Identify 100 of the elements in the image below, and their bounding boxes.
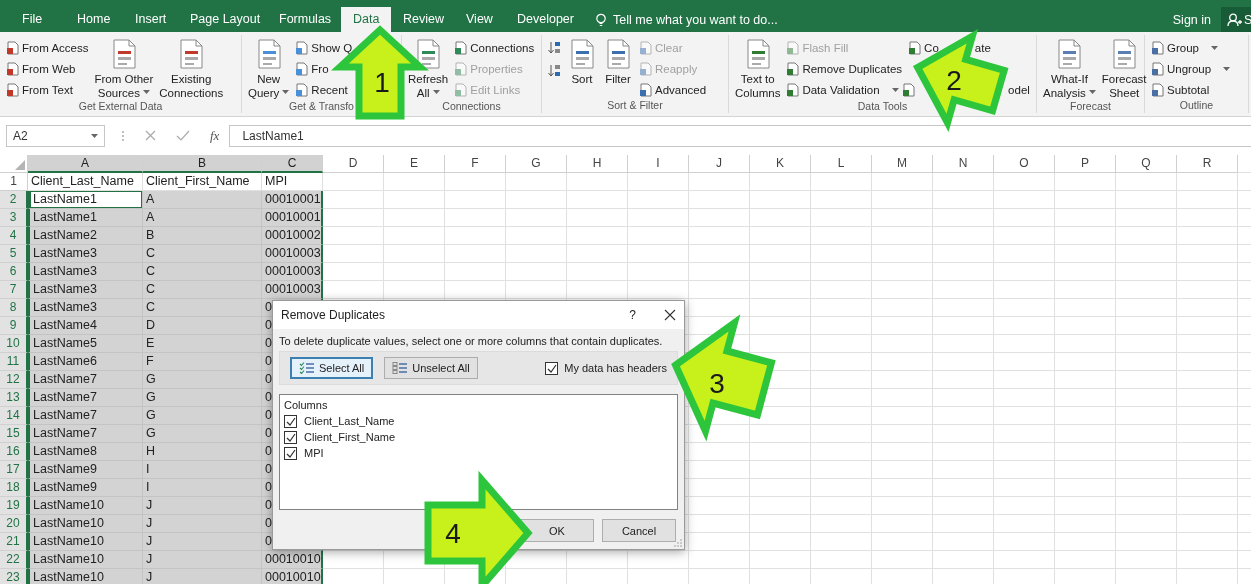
- ribbon-button[interactable]: Remove Duplicates: [786, 60, 903, 78]
- ribbon-button[interactable]: Filter: [603, 37, 633, 86]
- ribbon-button[interactable]: Subtotal: [1151, 81, 1210, 99]
- ribbon-button[interactable]: From Other Sources: [94, 37, 154, 100]
- table-cell: I: [143, 461, 262, 479]
- ribbon-tab[interactable]: Data: [341, 7, 391, 32]
- row-header[interactable]: 22: [0, 551, 28, 569]
- row-header[interactable]: 19: [0, 497, 28, 515]
- name-box[interactable]: A2: [6, 124, 105, 147]
- column-header[interactable]: L: [811, 155, 872, 173]
- row-header[interactable]: 8: [0, 299, 28, 317]
- column-header[interactable]: R: [1177, 155, 1238, 173]
- ribbon-button[interactable]: Refresh All: [408, 37, 449, 100]
- ribbon-button[interactable]: Data Validation: [786, 81, 899, 99]
- column-header[interactable]: J: [689, 155, 750, 173]
- row-header[interactable]: 20: [0, 515, 28, 533]
- caret-icon: [1088, 89, 1096, 94]
- column-header[interactable]: G: [506, 155, 567, 173]
- close-icon[interactable]: [664, 309, 676, 321]
- grip-icon: [121, 129, 125, 142]
- row-header[interactable]: 11: [0, 353, 28, 371]
- ribbon-tab[interactable]: View: [454, 7, 505, 32]
- ribbon-button[interactable]: Ungroup: [1151, 60, 1231, 78]
- sort-ascending-icon: [548, 41, 561, 54]
- checkbox[interactable]: [284, 414, 297, 428]
- checkbox[interactable]: [284, 446, 297, 460]
- row-header[interactable]: 14: [0, 407, 28, 425]
- ribbon-button[interactable]: From Web: [6, 60, 76, 78]
- row-header[interactable]: 17: [0, 461, 28, 479]
- row-header[interactable]: 7: [0, 281, 28, 299]
- ribbon-button[interactable]: New Query: [248, 37, 290, 100]
- column-header[interactable]: D: [323, 155, 384, 173]
- dialog-button[interactable]: Unselect All: [384, 357, 478, 379]
- row-header[interactable]: 23: [0, 569, 28, 584]
- tell-me-box[interactable]: Tell me what you want to do...: [583, 7, 778, 32]
- ribbon-button[interactable]: Group: [1151, 39, 1218, 57]
- ribbon-button[interactable]: Recent: [295, 81, 348, 99]
- ribbon-tab[interactable]: Review: [391, 7, 454, 32]
- ribbon-button[interactable]: Connections: [454, 39, 535, 57]
- share-button[interactable]: S: [1221, 7, 1251, 32]
- row-header[interactable]: 16: [0, 443, 28, 461]
- row-header[interactable]: 4: [0, 227, 28, 245]
- ribbon-tab[interactable]: File: [10, 7, 65, 32]
- column-header[interactable]: C: [262, 155, 323, 173]
- row-header[interactable]: 9: [0, 317, 28, 335]
- row-header[interactable]: 12: [0, 371, 28, 389]
- column-header[interactable]: H: [567, 155, 628, 173]
- ribbon-button[interactable]: What-If Analysis: [1043, 37, 1096, 100]
- person-icon: [1227, 12, 1242, 27]
- row-header[interactable]: 6: [0, 263, 28, 281]
- column-header[interactable]: P: [1055, 155, 1116, 173]
- ribbon-tab[interactable]: Insert: [123, 7, 178, 32]
- ribbon-button[interactable]: Fro: [295, 60, 329, 78]
- ribbon-tab[interactable]: Developer: [505, 7, 583, 32]
- ribbon-button[interactable]: Forecast Sheet: [1101, 37, 1147, 100]
- ribbon-button[interactable]: Sort: [567, 37, 597, 86]
- insert-function-button[interactable]: fx: [210, 127, 220, 144]
- ribbon-button[interactable]: odel: [1008, 81, 1030, 99]
- column-header[interactable]: K: [750, 155, 811, 173]
- document-icon: [454, 62, 468, 76]
- column-header[interactable]: I: [628, 155, 689, 173]
- row-header[interactable]: 10: [0, 335, 28, 353]
- checkbox[interactable]: [284, 430, 297, 444]
- column-header[interactable]: F: [445, 155, 506, 173]
- column-header[interactable]: B: [143, 155, 262, 173]
- checkbox[interactable]: [545, 361, 559, 375]
- ribbon-button[interactable]: Advanced: [639, 81, 707, 99]
- ribbon-button[interactable]: From Access: [6, 39, 89, 57]
- column-header[interactable]: Q: [1116, 155, 1177, 173]
- column-header[interactable]: O: [994, 155, 1055, 173]
- row-header[interactable]: 1: [0, 173, 28, 191]
- row-header[interactable]: 13: [0, 389, 28, 407]
- column-header[interactable]: E: [384, 155, 445, 173]
- ribbon-tab[interactable]: Home: [65, 7, 123, 32]
- row-header[interactable]: 3: [0, 209, 28, 227]
- ribbon-button[interactable]: From Text: [6, 81, 73, 99]
- ribbon-button[interactable]: Existing Connections: [159, 37, 224, 100]
- help-button[interactable]: ?: [629, 308, 636, 322]
- column-header[interactable]: N: [933, 155, 994, 173]
- resize-grip-icon[interactable]: [674, 539, 682, 547]
- row-header[interactable]: 2: [0, 191, 28, 209]
- ribbon-button[interactable]: Co: [908, 39, 939, 57]
- row-header[interactable]: 18: [0, 479, 28, 497]
- column-header[interactable]: A: [28, 155, 143, 173]
- sign-in-link[interactable]: Sign in: [1172, 12, 1211, 27]
- ribbon-button[interactable]: Show Q: [295, 39, 353, 57]
- ribbon-tab[interactable]: Page Layout: [178, 7, 267, 32]
- ribbon-button[interactable]: Text to Columns: [735, 37, 781, 100]
- dialog-button[interactable]: Cancel: [602, 519, 676, 542]
- formula-field[interactable]: LastName1: [229, 124, 1251, 147]
- ribbon-tab[interactable]: Formulas: [267, 7, 341, 32]
- ribbon-button[interactable]: ate: [974, 39, 991, 57]
- row-header[interactable]: 5: [0, 245, 28, 263]
- column-header[interactable]: M: [872, 155, 933, 173]
- row-header[interactable]: 21: [0, 533, 28, 551]
- row-header[interactable]: 15: [0, 425, 28, 443]
- document-icon: [454, 83, 468, 97]
- dialog-button[interactable]: Select All: [290, 357, 374, 379]
- table-cell: 00010001: [262, 191, 323, 209]
- ribbon-button[interactable]: [902, 81, 916, 99]
